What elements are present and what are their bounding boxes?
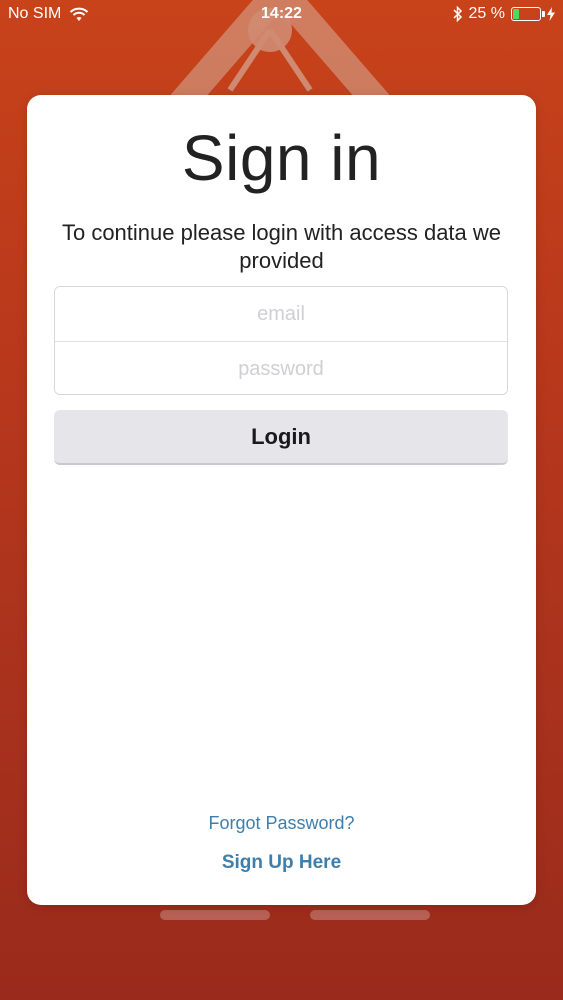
forgot-password-link[interactable]: Forgot Password? bbox=[27, 813, 536, 834]
page-title: Sign in bbox=[181, 122, 382, 194]
login-button[interactable]: Login bbox=[54, 410, 508, 465]
password-field[interactable] bbox=[55, 342, 507, 394]
status-bar: No SIM 14:22 25 % bbox=[0, 0, 563, 30]
status-right: 25 % bbox=[453, 5, 555, 23]
email-field[interactable] bbox=[55, 287, 507, 341]
credentials-input-group bbox=[54, 286, 508, 395]
sign-up-link[interactable]: Sign Up Here bbox=[27, 852, 536, 874]
bluetooth-icon bbox=[453, 6, 462, 22]
subtitle-text: To continue please login with access dat… bbox=[61, 220, 502, 273]
sign-in-card: Sign in To continue please login with ac… bbox=[27, 95, 536, 905]
battery-level-fill bbox=[513, 9, 519, 19]
battery-percent: 25 % bbox=[468, 5, 505, 22]
battery-icon bbox=[511, 7, 545, 21]
battery-cap bbox=[542, 11, 545, 17]
charging-icon bbox=[547, 7, 555, 21]
